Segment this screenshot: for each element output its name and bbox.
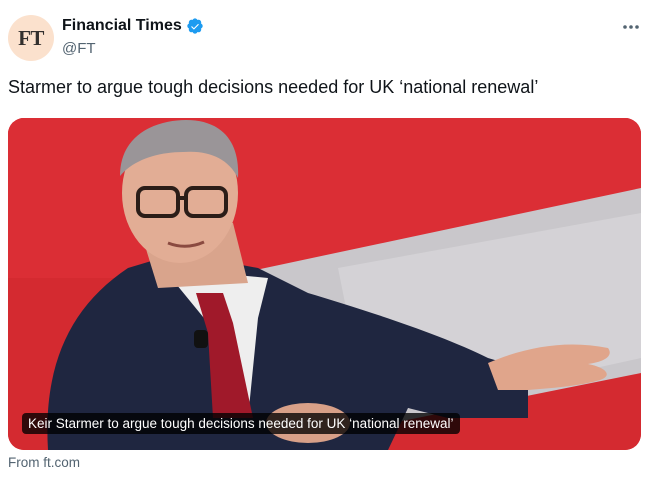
tweet-text: Starmer to argue tough decisions needed … bbox=[8, 77, 539, 97]
link-source[interactable]: From ft.com bbox=[8, 455, 80, 470]
tweet-card[interactable]: FT Financial Times @FT Starmer to argue … bbox=[0, 0, 658, 484]
avatar[interactable]: FT bbox=[8, 15, 54, 61]
image-caption: Keir Starmer to argue tough decisions ne… bbox=[22, 413, 460, 434]
author-handle[interactable]: @FT bbox=[62, 40, 96, 57]
author-display-name[interactable]: Financial Times bbox=[62, 17, 182, 35]
avatar-logo-text: FT bbox=[18, 25, 44, 50]
photo-illustration bbox=[8, 118, 641, 450]
more-options-icon[interactable] bbox=[618, 17, 644, 37]
author-name-row[interactable]: Financial Times bbox=[62, 17, 204, 35]
link-card-image[interactable] bbox=[8, 118, 641, 450]
verified-badge-icon bbox=[186, 17, 204, 35]
